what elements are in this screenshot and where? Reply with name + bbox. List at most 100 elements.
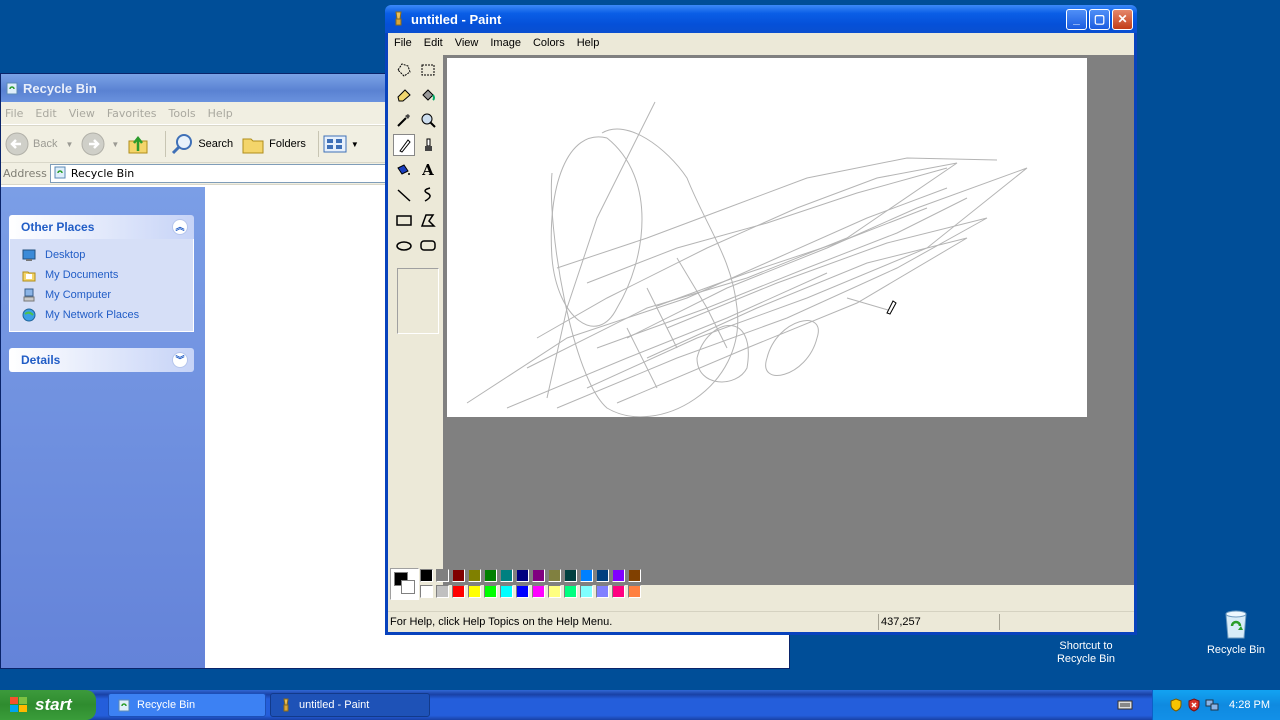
taskbar: start Recycle Bin untitled - Paint 4:28 … xyxy=(0,690,1280,720)
tool-options-box[interactable] xyxy=(397,268,439,334)
menu-file[interactable]: File xyxy=(388,37,418,49)
place-my-computer[interactable]: My Computer xyxy=(22,285,185,305)
paint-app-icon xyxy=(283,698,289,712)
menu-help[interactable]: Help xyxy=(204,107,241,120)
place-my-network-places[interactable]: My Network Places xyxy=(22,305,185,325)
color-swatch[interactable] xyxy=(452,569,465,582)
menu-view[interactable]: View xyxy=(65,107,103,120)
paint-window[interactable]: untitled - Paint _ ▢ ✕ File Edit View Im… xyxy=(385,5,1137,635)
color-swatch[interactable] xyxy=(548,585,561,598)
color-swatch[interactable] xyxy=(516,569,529,582)
menu-tools[interactable]: Tools xyxy=(165,107,204,120)
color-swatch[interactable] xyxy=(516,585,529,598)
color-swatch[interactable] xyxy=(532,585,545,598)
rounded-rectangle-icon xyxy=(420,240,436,251)
color-picker-tool[interactable] xyxy=(393,109,415,131)
canvas-workspace[interactable] xyxy=(443,55,1134,585)
curve-tool[interactable] xyxy=(417,184,439,206)
place-desktop[interactable]: Desktop xyxy=(22,245,185,265)
color-swatch[interactable] xyxy=(596,569,609,582)
line-tool[interactable] xyxy=(393,184,415,206)
menu-edit[interactable]: Edit xyxy=(418,37,449,49)
text-icon: A xyxy=(422,161,434,179)
color-swatch[interactable] xyxy=(484,569,497,582)
details-header[interactable]: Details ︾ xyxy=(9,348,194,372)
color-swatch[interactable] xyxy=(580,585,593,598)
rounded-rect-tool[interactable] xyxy=(417,234,439,256)
menu-help[interactable]: Help xyxy=(571,37,606,49)
color-swatch[interactable] xyxy=(484,585,497,598)
menu-favorites[interactable]: Favorites xyxy=(103,107,165,120)
color-swatch[interactable] xyxy=(468,585,481,598)
taskbar-button-recycle-bin[interactable]: Recycle Bin xyxy=(108,693,266,717)
desktop-icon-recycle-bin[interactable]: Recycle Bin xyxy=(1194,608,1278,657)
color-swatch[interactable] xyxy=(612,585,625,598)
color-swatch[interactable] xyxy=(628,569,641,582)
drawing-canvas[interactable] xyxy=(447,58,1087,417)
color-swatch[interactable] xyxy=(468,569,481,582)
brush-tool[interactable] xyxy=(417,134,439,156)
magnifier-tool[interactable] xyxy=(417,109,439,131)
place-my-documents[interactable]: My Documents xyxy=(22,265,185,285)
ellipse-tool[interactable] xyxy=(393,234,415,256)
other-places-header[interactable]: Other Places ︽ xyxy=(9,215,194,239)
up-folder-icon xyxy=(128,135,148,154)
airbrush-tool[interactable] xyxy=(393,159,415,181)
forward-button[interactable]: ▼ xyxy=(81,132,119,156)
color-swatch[interactable] xyxy=(628,585,641,598)
close-icon: ✕ xyxy=(1117,11,1128,26)
menu-view[interactable]: View xyxy=(449,37,485,49)
color-swatch[interactable] xyxy=(452,585,465,598)
color-swatch[interactable] xyxy=(420,585,433,598)
color-swatch[interactable] xyxy=(436,569,449,582)
color-swatch[interactable] xyxy=(564,585,577,598)
eraser-tool[interactable] xyxy=(393,84,415,106)
menu-edit[interactable]: Edit xyxy=(31,107,64,120)
current-colors[interactable] xyxy=(390,568,419,600)
color-swatch[interactable] xyxy=(564,569,577,582)
color-swatch[interactable] xyxy=(596,585,609,598)
paint-titlebar[interactable]: untitled - Paint _ ▢ ✕ xyxy=(385,5,1137,33)
folders-label: Folders xyxy=(269,138,306,150)
expand-chevron-icon[interactable]: ︾ xyxy=(172,352,188,368)
network-icon[interactable] xyxy=(1205,698,1219,712)
keyboard-icon[interactable] xyxy=(1117,699,1133,711)
collapse-chevron-icon[interactable]: ︽ xyxy=(172,219,188,235)
color-swatch[interactable] xyxy=(612,569,625,582)
text-tool[interactable]: A xyxy=(417,159,439,181)
paint-menubar: File Edit View Image Colors Help xyxy=(388,33,1134,53)
back-button[interactable]: Back ▼ xyxy=(5,132,73,156)
color-swatch[interactable] xyxy=(580,569,593,582)
fill-tool[interactable] xyxy=(417,84,439,106)
color-swatch[interactable] xyxy=(436,585,449,598)
search-button[interactable]: Search xyxy=(170,132,233,156)
taskbar-button-label: untitled - Paint xyxy=(299,699,370,711)
folders-icon xyxy=(242,138,264,154)
maximize-button[interactable]: ▢ xyxy=(1089,8,1110,30)
color-swatch[interactable] xyxy=(548,569,561,582)
views-button[interactable]: ▼ xyxy=(323,134,359,154)
rectangle-icon xyxy=(396,215,412,226)
color-swatch[interactable] xyxy=(500,569,513,582)
color-swatch[interactable] xyxy=(420,569,433,582)
folders-button[interactable]: Folders xyxy=(241,133,306,155)
clock[interactable]: 4:28 PM xyxy=(1229,699,1270,711)
up-folder-button[interactable] xyxy=(127,133,153,155)
menu-colors[interactable]: Colors xyxy=(527,37,571,49)
menu-image[interactable]: Image xyxy=(484,37,527,49)
minimize-button[interactable]: _ xyxy=(1066,8,1087,30)
color-swatch[interactable] xyxy=(532,569,545,582)
polygon-tool[interactable] xyxy=(417,209,439,231)
start-button[interactable]: start xyxy=(0,690,96,720)
pencil-tool[interactable] xyxy=(393,134,415,156)
other-places-panel: Other Places ︽ Desktop My Documents My C… xyxy=(9,215,194,332)
color-swatch[interactable] xyxy=(500,585,513,598)
security-alert-icon[interactable] xyxy=(1187,698,1201,712)
rect-select-tool[interactable] xyxy=(417,59,439,81)
free-form-select-tool[interactable] xyxy=(393,59,415,81)
close-button[interactable]: ✕ xyxy=(1112,8,1133,30)
taskbar-button-paint[interactable]: untitled - Paint xyxy=(270,693,430,717)
security-shield-icon[interactable] xyxy=(1169,698,1183,712)
rectangle-tool[interactable] xyxy=(393,209,415,231)
menu-file[interactable]: File xyxy=(1,107,31,120)
